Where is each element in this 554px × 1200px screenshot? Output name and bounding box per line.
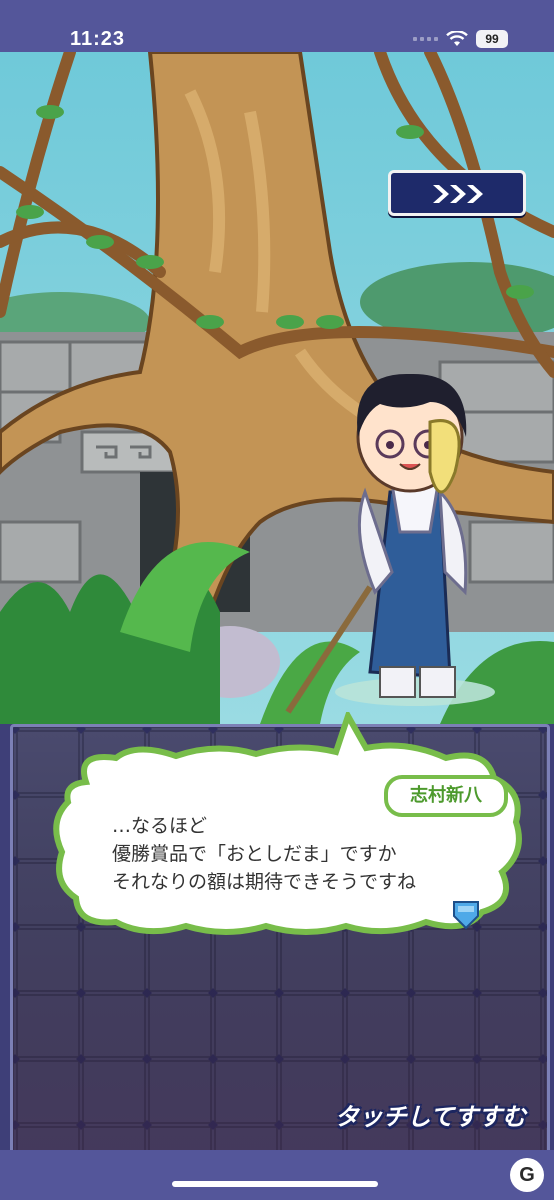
footer-bar (0, 1150, 554, 1200)
triple-chevron-right-icon (433, 185, 483, 203)
skip-button[interactable] (388, 170, 526, 216)
dialogue-text: …なるほど 優勝賞品で「おとしだま」ですか それなりの額は期待できそうですね (112, 812, 472, 896)
cellular-signal-icon (413, 37, 438, 41)
story-scene[interactable] (0, 52, 554, 724)
site-watermark-logo: G (510, 1158, 544, 1192)
touch-to-continue-prompt[interactable]: タッチしてすすむ (335, 1097, 526, 1132)
status-indicators: 99 (413, 30, 508, 48)
dialogue-line: 優勝賞品で「おとしだま」ですか (112, 843, 397, 865)
battery-indicator: 99 (476, 30, 508, 48)
wifi-icon (446, 31, 468, 46)
shield-arrow-icon[interactable] (452, 900, 480, 930)
status-time: 11:23 (70, 28, 126, 50)
home-indicator[interactable] (172, 1181, 378, 1187)
jungle-ruins-background (0, 52, 554, 724)
dialogue-line: …なるほど (112, 815, 208, 837)
speaker-name-tag: 志村新八 (384, 775, 508, 817)
dialogue-line: それなりの額は期待できそうですね (112, 871, 417, 893)
status-bar: 11:23 99 (0, 0, 554, 52)
